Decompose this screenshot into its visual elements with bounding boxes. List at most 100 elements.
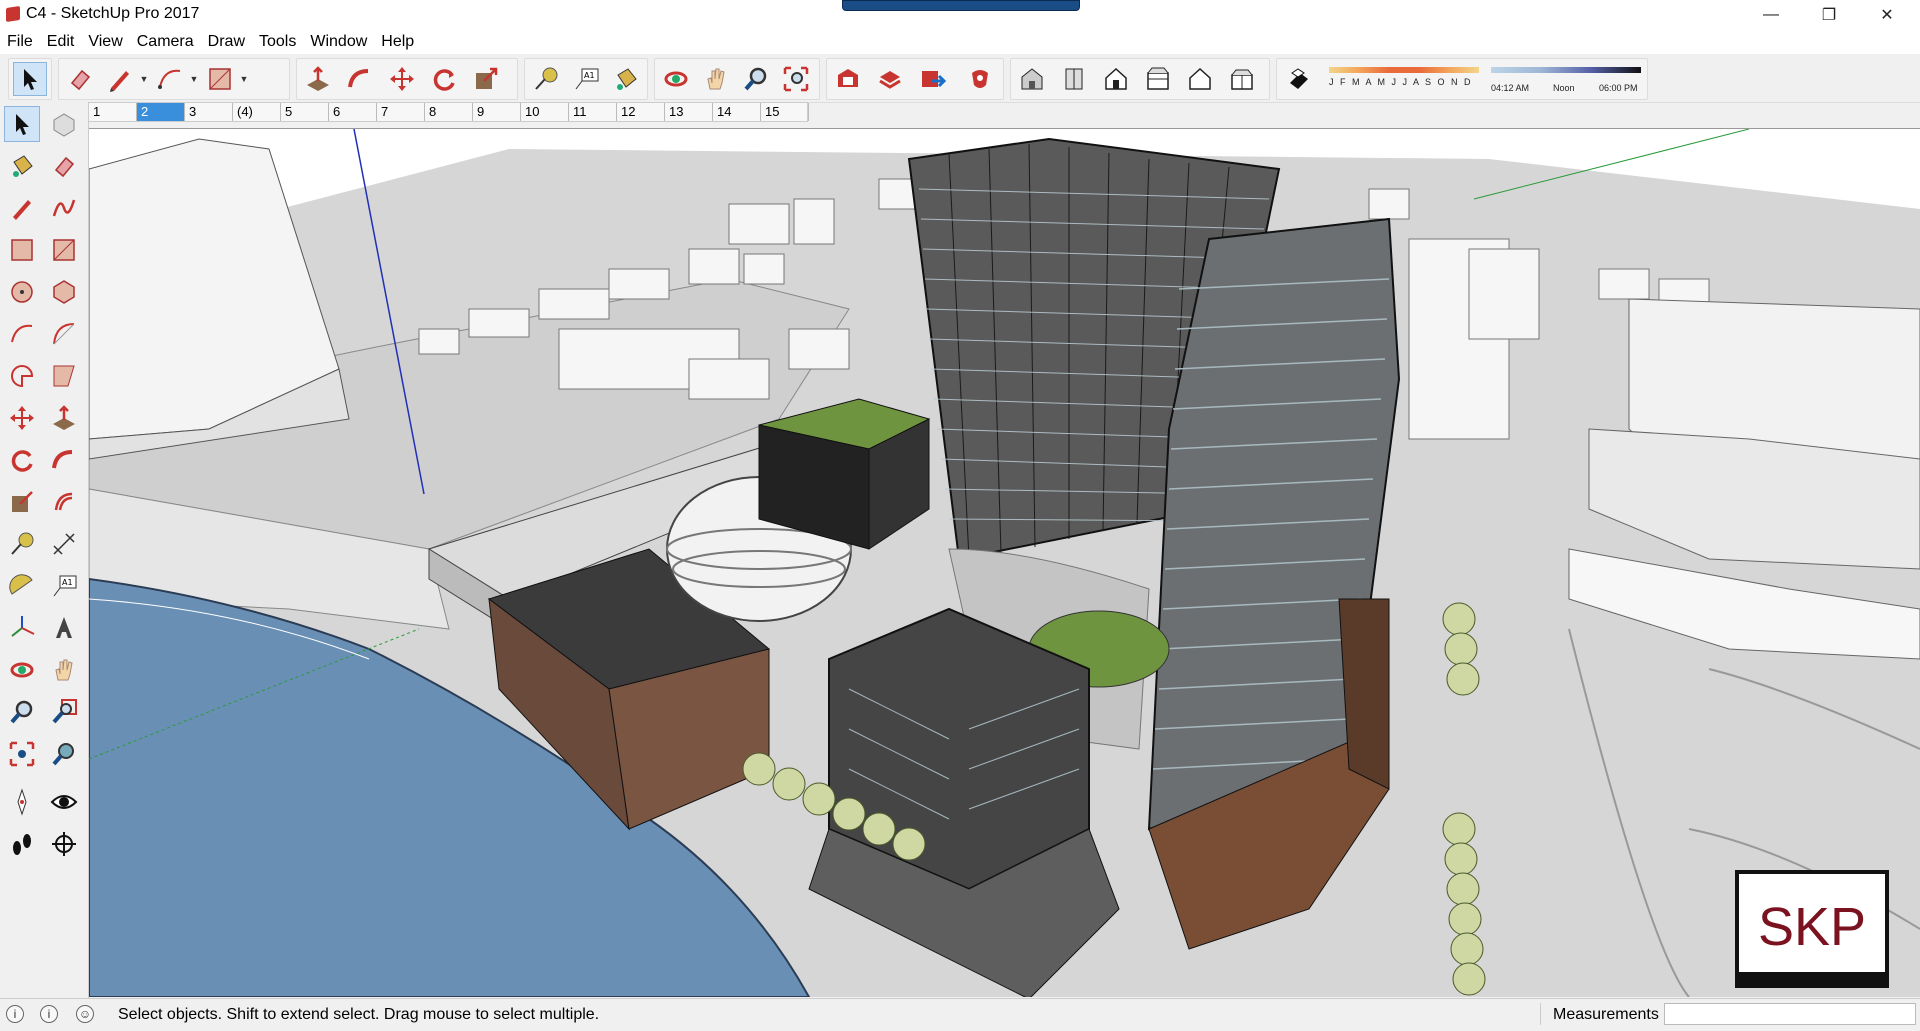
arc-tool-button[interactable]	[153, 62, 187, 96]
follow-me-tool[interactable]	[46, 442, 82, 478]
line-dropdown-icon[interactable]: ▼	[139, 62, 149, 96]
scene-tab[interactable]: 5	[281, 103, 329, 121]
paint-bucket-tool[interactable]	[4, 148, 40, 184]
model-viewport[interactable]	[89, 128, 1920, 997]
section-plane-tool[interactable]	[46, 826, 82, 862]
menu-camera[interactable]: Camera	[130, 30, 201, 54]
freehand-tool[interactable]	[46, 190, 82, 226]
menu-window[interactable]: Window	[303, 30, 374, 54]
zoom-extents-tool-button[interactable]	[779, 62, 813, 96]
dimension-tool[interactable]	[46, 526, 82, 562]
arc-tool[interactable]	[4, 316, 40, 352]
top-view-button[interactable]	[1057, 62, 1091, 96]
scene-tab[interactable]: 8	[425, 103, 473, 121]
menu-view[interactable]: View	[81, 30, 129, 54]
arc-dropdown-icon[interactable]: ▼	[189, 62, 199, 96]
rectangle-tool-button[interactable]	[203, 62, 237, 96]
scene-tab[interactable]: 2	[137, 103, 185, 121]
menu-draw[interactable]: Draw	[201, 30, 252, 54]
scale-tool[interactable]	[4, 484, 40, 520]
eraser-tool-button[interactable]	[63, 62, 97, 96]
zoom-tool[interactable]	[4, 694, 40, 730]
three-point-arc-tool[interactable]	[46, 358, 82, 394]
scene-tab[interactable]: 12	[617, 103, 665, 121]
scene-tab[interactable]: 7	[377, 103, 425, 121]
scene-tab[interactable]: 14	[713, 103, 761, 121]
3d-text-tool[interactable]	[46, 610, 82, 646]
iso-view-button[interactable]	[1015, 62, 1049, 96]
scene-tab[interactable]: 13	[665, 103, 713, 121]
rotate-tool[interactable]	[4, 442, 40, 478]
shadow-time-slider[interactable]	[1491, 67, 1641, 73]
select-tool[interactable]	[4, 106, 40, 142]
scene-tab[interactable]: 15	[761, 103, 809, 121]
orbit-tool-button[interactable]	[659, 62, 693, 96]
text-tool-button[interactable]: A1	[569, 62, 603, 96]
scene-tab[interactable]: 10	[521, 103, 569, 121]
position-camera-tool[interactable]	[4, 784, 40, 820]
menu-help[interactable]: Help	[374, 30, 421, 54]
axes-tool[interactable]	[4, 610, 40, 646]
two-point-arc-tool[interactable]	[46, 316, 82, 352]
previous-view-tool[interactable]	[46, 736, 82, 772]
shadow-month-slider[interactable]	[1329, 67, 1479, 73]
zoom-tool-button[interactable]	[739, 62, 773, 96]
polygon-tool[interactable]	[46, 274, 82, 310]
follow-me-tool-button[interactable]	[343, 62, 377, 96]
protractor-tool[interactable]	[4, 568, 40, 604]
pan-tool-button[interactable]	[699, 62, 733, 96]
rectangle-tool[interactable]	[4, 232, 40, 268]
menu-tools[interactable]: Tools	[252, 30, 303, 54]
extension-warehouse-button[interactable]	[963, 62, 997, 96]
scene-tab[interactable]: 3	[185, 103, 233, 121]
back-view-button[interactable]	[1183, 62, 1217, 96]
measurements-input[interactable]	[1664, 1003, 1916, 1025]
zoom-window-tool[interactable]	[46, 694, 82, 730]
move-tool-button[interactable]	[385, 62, 419, 96]
front-view-button[interactable]	[1099, 62, 1133, 96]
share-model-button[interactable]	[873, 62, 907, 96]
walk-tool[interactable]	[4, 826, 40, 862]
line-tool-button[interactable]	[103, 62, 137, 96]
select-tool-button[interactable]	[13, 62, 47, 96]
geolocation-icon[interactable]: i	[6, 1005, 24, 1023]
pie-tool[interactable]	[4, 358, 40, 394]
rotate-tool-button[interactable]	[427, 62, 461, 96]
orbit-tool[interactable]	[4, 652, 40, 688]
scale-tool-button[interactable]	[469, 62, 503, 96]
pan-tool[interactable]	[46, 652, 82, 688]
info-icon[interactable]: i	[40, 1005, 58, 1023]
push-pull-tool[interactable]	[46, 400, 82, 436]
make-component-tool[interactable]	[46, 106, 82, 142]
text-tool[interactable]: A1	[46, 568, 82, 604]
tape-measure-tool[interactable]	[4, 526, 40, 562]
paint-bucket-tool-button[interactable]	[609, 62, 643, 96]
close-button[interactable]: ✕	[1864, 0, 1910, 30]
left-view-button[interactable]	[1225, 62, 1259, 96]
tape-measure-tool-button[interactable]	[529, 62, 563, 96]
share-component-button[interactable]	[915, 62, 949, 96]
eraser-tool[interactable]	[46, 148, 82, 184]
move-tool[interactable]	[4, 400, 40, 436]
rotated-rectangle-tool[interactable]	[46, 232, 82, 268]
scene-tab[interactable]: (4)	[233, 103, 281, 121]
scene-tab[interactable]: 9	[473, 103, 521, 121]
line-tool[interactable]	[4, 190, 40, 226]
look-around-tool[interactable]	[46, 784, 82, 820]
menu-file[interactable]: File	[0, 30, 40, 54]
user-account-icon[interactable]: ☺	[76, 1005, 94, 1023]
offset-tool[interactable]	[46, 484, 82, 520]
maximize-button[interactable]: ❐	[1806, 0, 1852, 30]
shadows-toggle-button[interactable]	[1281, 62, 1315, 96]
3d-warehouse-button[interactable]	[831, 62, 865, 96]
menu-edit[interactable]: Edit	[40, 30, 82, 54]
push-pull-tool-button[interactable]	[301, 62, 335, 96]
minimize-button[interactable]: —	[1748, 0, 1794, 30]
circle-tool[interactable]	[4, 274, 40, 310]
right-view-button[interactable]	[1141, 62, 1175, 96]
scene-tab[interactable]: 11	[569, 103, 617, 121]
scene-tab[interactable]: 6	[329, 103, 377, 121]
zoom-extents-tool[interactable]	[4, 736, 40, 772]
scene-tab[interactable]: 1	[89, 103, 137, 121]
rectangle-dropdown-icon[interactable]: ▼	[239, 62, 249, 96]
